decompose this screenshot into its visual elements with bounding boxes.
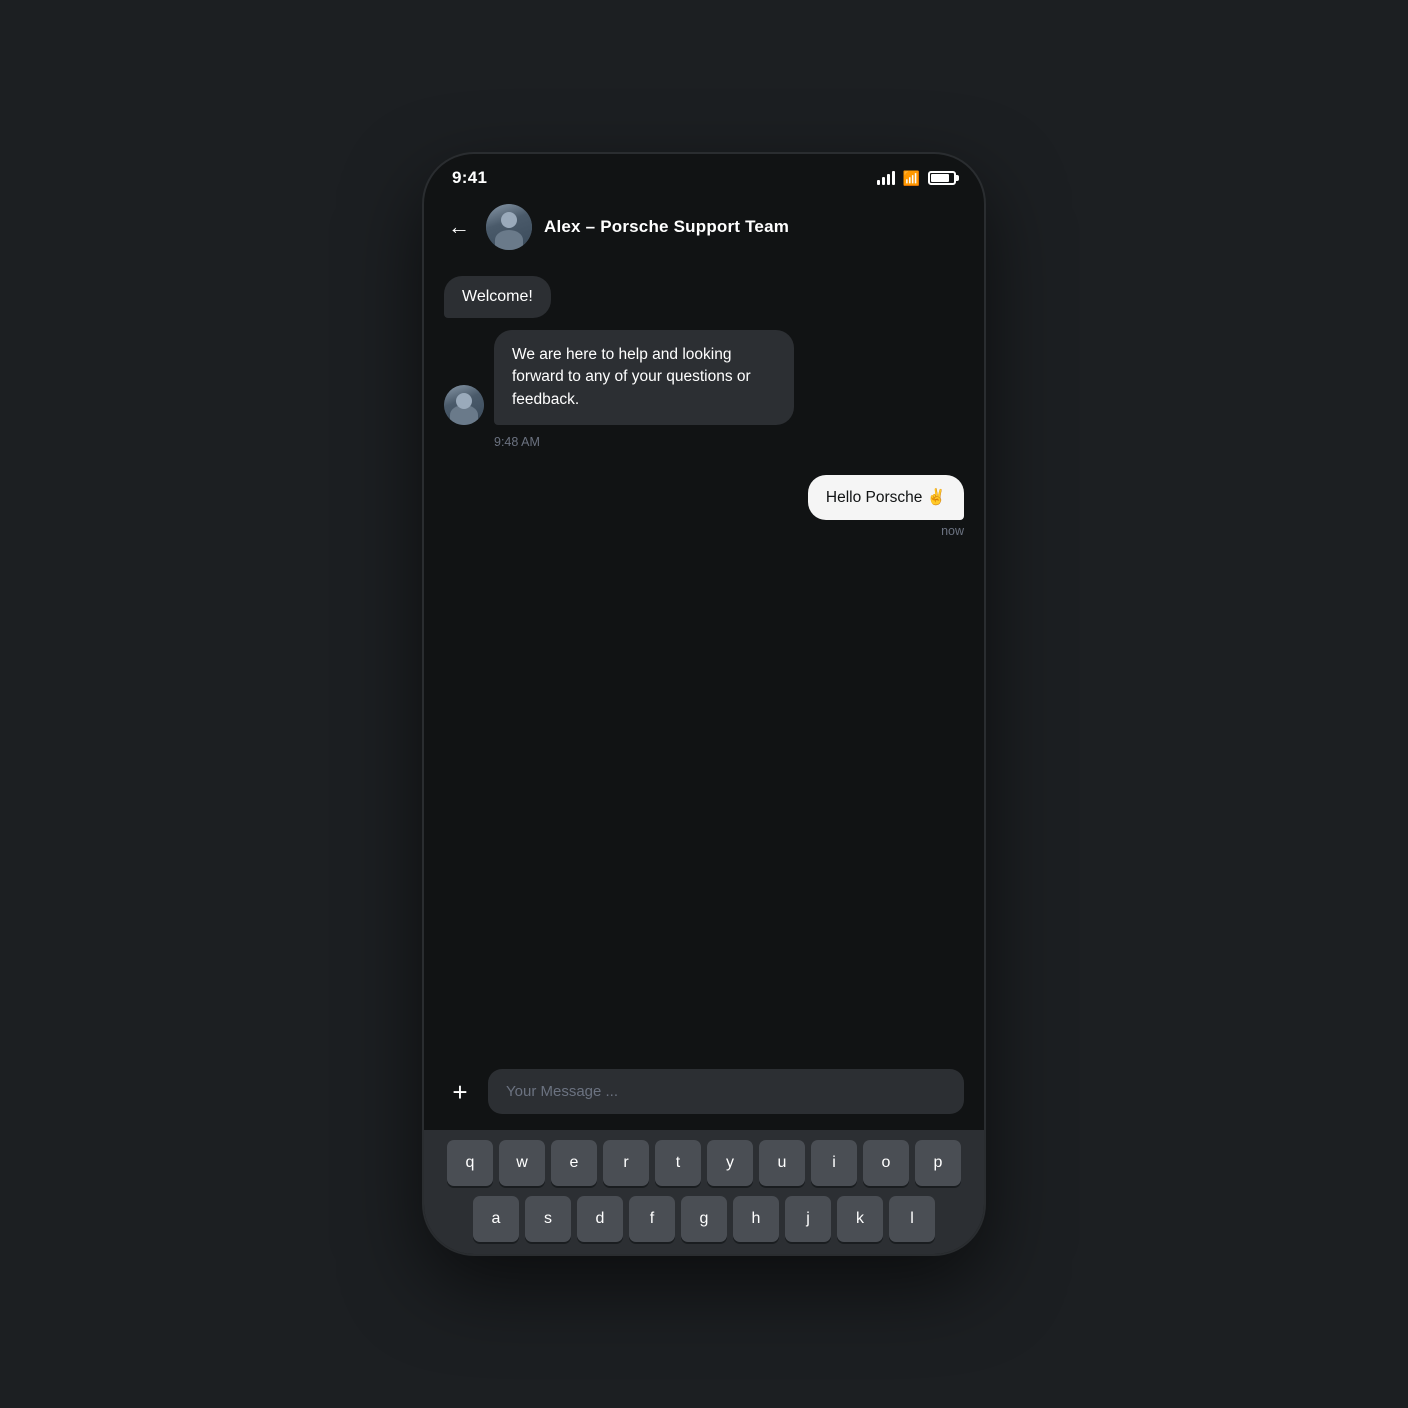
keyboard-row-1: q w e r t y u i o p bbox=[428, 1140, 980, 1186]
chat-title: Alex – Porsche Support Team bbox=[544, 217, 789, 237]
key-d[interactable]: d bbox=[577, 1196, 623, 1242]
messages-area: Welcome! We are here to help and looking… bbox=[424, 266, 984, 1057]
status-icons: 📶 bbox=[877, 170, 956, 187]
keyboard: q w e r t y u i o p a s d f g h j k l bbox=[424, 1130, 984, 1254]
input-area: + bbox=[424, 1057, 984, 1130]
wifi-icon: 📶 bbox=[903, 170, 920, 187]
key-s[interactable]: s bbox=[525, 1196, 571, 1242]
status-bar: 9:41 📶 bbox=[424, 154, 984, 196]
key-a[interactable]: a bbox=[473, 1196, 519, 1242]
bubble-received: We are here to help and looking forward … bbox=[494, 330, 794, 425]
key-u[interactable]: u bbox=[759, 1140, 805, 1186]
key-o[interactable]: o bbox=[863, 1140, 909, 1186]
key-q[interactable]: q bbox=[447, 1140, 493, 1186]
key-r[interactable]: r bbox=[603, 1140, 649, 1186]
chat-header: ← Alex – Porsche Support Team bbox=[424, 196, 984, 266]
key-i[interactable]: i bbox=[811, 1140, 857, 1186]
message-input[interactable] bbox=[488, 1069, 964, 1114]
received-timestamp: 9:48 AM bbox=[494, 435, 540, 449]
avatar bbox=[486, 204, 532, 250]
key-j[interactable]: j bbox=[785, 1196, 831, 1242]
back-button[interactable]: ← bbox=[444, 212, 474, 242]
bubble-sent: Hello Porsche ✌️ bbox=[808, 475, 964, 520]
key-y[interactable]: y bbox=[707, 1140, 753, 1186]
add-button[interactable]: + bbox=[444, 1076, 476, 1108]
key-h[interactable]: h bbox=[733, 1196, 779, 1242]
support-avatar bbox=[444, 385, 484, 425]
battery-icon bbox=[928, 171, 956, 185]
bubble-welcome: Welcome! bbox=[444, 276, 551, 318]
key-g[interactable]: g bbox=[681, 1196, 727, 1242]
key-e[interactable]: e bbox=[551, 1140, 597, 1186]
key-l[interactable]: l bbox=[889, 1196, 935, 1242]
key-f[interactable]: f bbox=[629, 1196, 675, 1242]
phone-frame: 9:41 📶 ← Alex – Porsche Support Team Wel… bbox=[424, 154, 984, 1254]
key-p[interactable]: p bbox=[915, 1140, 961, 1186]
message-group-welcome: Welcome! bbox=[444, 276, 964, 318]
message-group-support: We are here to help and looking forward … bbox=[444, 326, 964, 449]
status-time: 9:41 bbox=[452, 168, 487, 188]
keyboard-row-2: a s d f g h j k l bbox=[428, 1196, 980, 1242]
sent-timestamp: now bbox=[941, 524, 964, 538]
message-group-sent: Hello Porsche ✌️ now bbox=[444, 475, 964, 538]
key-t[interactable]: t bbox=[655, 1140, 701, 1186]
key-k[interactable]: k bbox=[837, 1196, 883, 1242]
signal-icon bbox=[877, 171, 895, 185]
key-w[interactable]: w bbox=[499, 1140, 545, 1186]
